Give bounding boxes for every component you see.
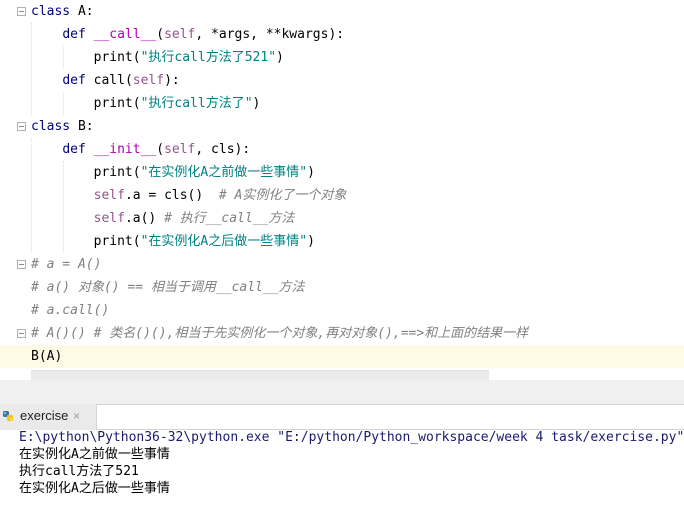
fold-marker-icon[interactable] bbox=[17, 122, 26, 131]
console-command-line: E:\python\Python36-32\python.exe "E:/pyt… bbox=[19, 430, 684, 445]
code-line[interactable]: class B: bbox=[31, 115, 94, 138]
code-token: class bbox=[31, 4, 78, 19]
code-token: def bbox=[62, 73, 94, 88]
code-token: ( bbox=[156, 27, 165, 42]
run-panel-header bbox=[0, 380, 684, 405]
console-output-line: 在实例化A之前做一些事情 bbox=[19, 447, 170, 462]
code-token: : bbox=[85, 119, 94, 134]
code-token: "在实例化A之后做一些事情" bbox=[140, 234, 308, 249]
code-token: , *args, **kwargs): bbox=[195, 27, 345, 42]
code-token: ( bbox=[124, 73, 133, 88]
code-line[interactable]: class A: bbox=[31, 0, 94, 23]
code-token: # a = A() bbox=[31, 257, 102, 272]
run-panel: exercise × E:\python\Python36-32\python.… bbox=[0, 380, 684, 512]
code-line-current[interactable]: B(A) bbox=[0, 345, 684, 368]
code-token: .a() bbox=[124, 211, 165, 226]
code-token: # a.call() bbox=[31, 303, 110, 318]
code-token: "执行call方法了521" bbox=[140, 50, 277, 65]
code-line[interactable]: print("执行call方法了") bbox=[31, 92, 261, 115]
code-token: def bbox=[62, 27, 94, 42]
code-token: ): bbox=[164, 73, 180, 88]
code-token: print( bbox=[31, 234, 141, 249]
console-output-line: 执行call方法了521 bbox=[19, 464, 139, 479]
code-token: __call__ bbox=[93, 27, 157, 42]
code-token: ) bbox=[307, 165, 315, 180]
code-token: .a = cls() bbox=[124, 188, 219, 203]
code-line[interactable]: print("在实例化A之后做一些事情") bbox=[31, 230, 315, 253]
code-token: # A实例化了一个对象 bbox=[218, 188, 347, 203]
code-token: self bbox=[164, 142, 196, 157]
code-line[interactable]: print("在实例化A之前做一些事情") bbox=[31, 161, 315, 184]
code-line[interactable]: print("执行call方法了521") bbox=[31, 46, 284, 69]
code-line[interactable]: # a = A() bbox=[31, 253, 101, 276]
code-token: self bbox=[132, 73, 165, 88]
code-token: ) bbox=[252, 96, 261, 111]
code-line[interactable]: self.a() # 执行__call__方法 bbox=[31, 207, 295, 230]
fold-marker-icon[interactable] bbox=[17, 329, 26, 338]
fold-marker-icon[interactable] bbox=[17, 260, 26, 269]
code-token: ) bbox=[276, 50, 284, 65]
code-token: class bbox=[31, 119, 78, 134]
code-line[interactable]: # A()() # 类名()(),相当于先实例化一个对象,再对对象(),==>和… bbox=[31, 322, 528, 345]
code-token: ) bbox=[307, 234, 315, 249]
run-tab-label: exercise bbox=[20, 408, 69, 423]
close-icon[interactable]: × bbox=[73, 407, 80, 425]
code-line[interactable]: self.a = cls() # A实例化了一个对象 bbox=[31, 184, 347, 207]
editor-gutter bbox=[0, 0, 27, 380]
code-token: self bbox=[93, 211, 125, 226]
code-token: ( bbox=[156, 142, 165, 157]
code-token: print( bbox=[31, 165, 141, 180]
code-token: # a() 对象() == 相当于调用__call__方法 bbox=[31, 280, 305, 295]
code-token: A bbox=[77, 4, 86, 19]
horizontal-scrollbar[interactable] bbox=[31, 370, 489, 380]
code-token: "执行call方法了" bbox=[140, 96, 253, 111]
fold-marker-icon[interactable] bbox=[17, 7, 26, 16]
code-token: print( bbox=[31, 50, 141, 65]
code-line[interactable]: def __init__(self, cls): bbox=[31, 138, 250, 161]
code-token: call bbox=[93, 73, 125, 88]
code-line[interactable]: def __call__(self, *args, **kwargs): bbox=[31, 23, 344, 46]
code-token: "在实例化A之前做一些事情" bbox=[140, 165, 308, 180]
console-output-line: 在实例化A之后做一些事情 bbox=[19, 481, 170, 496]
code-token: __init__ bbox=[93, 142, 157, 157]
code-token: # 执行__call__方法 bbox=[164, 211, 295, 226]
code-line[interactable]: # a.call() bbox=[31, 299, 109, 322]
code-token: # A()() # 类名()(),相当于先实例化一个对象,再对对象(),==>和… bbox=[31, 326, 529, 341]
code-token: , cls): bbox=[195, 142, 251, 157]
code-editor[interactable]: class A: def __call__(self, *args, **kwa… bbox=[0, 0, 684, 380]
code-line[interactable]: # a() 对象() == 相当于调用__call__方法 bbox=[31, 276, 305, 299]
code-token: B(A) bbox=[31, 349, 63, 364]
code-token: : bbox=[85, 4, 94, 19]
code-token: B bbox=[77, 119, 86, 134]
code-line[interactable]: def call(self): bbox=[31, 69, 180, 92]
code-token: def bbox=[62, 142, 94, 157]
code-token: self bbox=[93, 188, 125, 203]
python-file-icon bbox=[3, 411, 13, 421]
code-token: self bbox=[164, 27, 196, 42]
code-token: print( bbox=[31, 96, 141, 111]
